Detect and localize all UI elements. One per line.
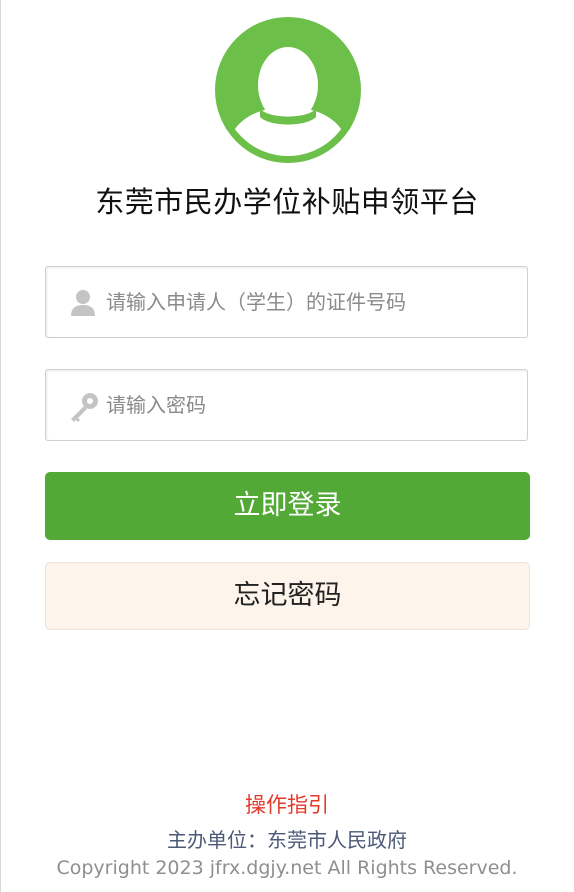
- id-number-field[interactable]: [45, 266, 528, 338]
- forgot-password-button[interactable]: 忘记密码: [45, 562, 530, 630]
- login-button[interactable]: 立即登录: [45, 472, 530, 540]
- password-field[interactable]: [45, 369, 528, 441]
- page-left-border: [0, 0, 1, 892]
- sponsor-text: 主办单位：东莞市人民政府: [167, 828, 407, 852]
- user-avatar-icon: [215, 17, 361, 163]
- user-icon: [68, 288, 98, 318]
- key-icon: [68, 391, 98, 422]
- page-title: 东莞市民办学位补贴申领平台: [95, 185, 479, 219]
- password-input[interactable]: [106, 370, 516, 440]
- operation-guide-link[interactable]: 操作指引: [0, 790, 574, 820]
- id-number-input[interactable]: [106, 267, 516, 337]
- copyright-text: Copyright 2023 jfrx.dgjy.net All Rights …: [56, 857, 518, 879]
